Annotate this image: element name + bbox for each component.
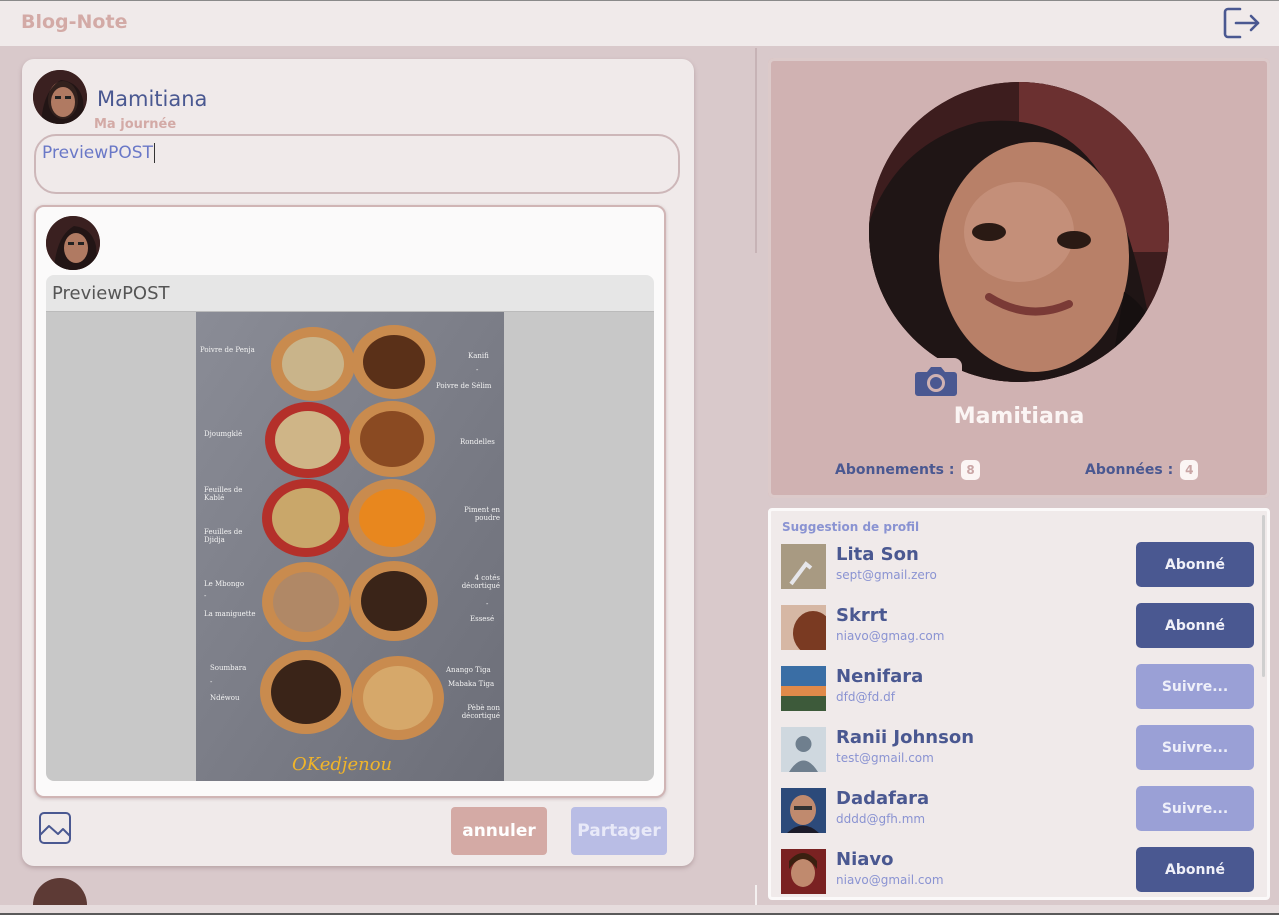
suggestion-email: niavo@gmag.com (836, 629, 945, 643)
spice-label-14: Essesé (470, 615, 495, 623)
suggestion-email: niavo@gmail.com (836, 873, 944, 887)
column-divider-bottom (755, 885, 757, 905)
author-name: Mamitiana (97, 87, 208, 111)
spice-label-5-dash: - (204, 592, 207, 600)
post-text-input[interactable]: PreviewPOST (34, 134, 680, 194)
suggestion-name[interactable]: Niavo (836, 849, 893, 870)
follow-button[interactable]: Suivre... (1136, 664, 1254, 709)
post-composer: Mamitiana Ma journée PreviewPOST Preview… (22, 59, 694, 866)
following-label: Abonnements : (835, 462, 955, 478)
suggestion-row: Niavo niavo@gmail.com Abonné (781, 847, 1257, 897)
suggestion-avatar[interactable] (781, 727, 826, 772)
suggestion-avatar[interactable] (781, 666, 826, 711)
suggestions-scrollbar[interactable] (1262, 515, 1265, 677)
followers-count: 4 (1180, 460, 1199, 480)
suggestion-avatar[interactable] (781, 849, 826, 894)
suggestion-name[interactable]: Lita Son (836, 544, 919, 565)
followed-button[interactable]: Abonné (1136, 847, 1254, 892)
spice-label-5: Le Mbongo (204, 580, 245, 588)
spice-label-13-dash: - (486, 600, 489, 608)
top-bar: Blog-Note (0, 0, 1279, 46)
suggestion-email: dddd@gfh.mm (836, 812, 926, 826)
column-divider (755, 48, 757, 253)
followed-button[interactable]: Abonné (1136, 542, 1254, 587)
spice-label-1: Poivre de Penja (200, 346, 255, 354)
followed-button[interactable]: Abonné (1136, 603, 1254, 648)
profile-avatar[interactable] (869, 82, 1169, 382)
next-post-avatar (33, 878, 87, 905)
author-avatar[interactable] (33, 70, 87, 124)
author-subtitle: Ma journée (94, 117, 177, 132)
brand-logo[interactable]: Blog-Note (21, 11, 127, 33)
suggestion-name[interactable]: Skrrt (836, 605, 887, 626)
suggestion-row: Lita Son sept@gmail.zero Abonné (781, 542, 1257, 594)
suggestion-row: Dadafara dddd@gfh.mm Suivre... (781, 786, 1257, 838)
post-text-value: PreviewPOST (42, 143, 153, 163)
cancel-button[interactable]: annuler (451, 807, 547, 855)
preview-title: PreviewPOST (46, 275, 654, 312)
bottom-scrollbar[interactable] (0, 905, 1279, 915)
spice-label-2: Djoumgklé (204, 430, 243, 438)
suggestion-name[interactable]: Nenifara (836, 666, 923, 687)
spice-label-16: Mabaka Tiga (448, 680, 495, 688)
profile-card: Mamitiana Abonnements : 8 Abonnées : 4 (768, 58, 1270, 498)
spice-label-13: 4 cotés décortiqué (461, 574, 500, 590)
suggestion-name[interactable]: Ranii Johnson (836, 727, 974, 748)
logout-icon[interactable] (1222, 5, 1262, 41)
follow-button[interactable]: Suivre... (1136, 725, 1254, 770)
followers-label: Abonnées : (1085, 462, 1174, 478)
add-image-icon[interactable] (38, 811, 72, 845)
spice-photo: Poivre de Penja Djoumgklé Feuilles de Ka… (196, 312, 504, 781)
preview-avatar (46, 216, 100, 270)
spice-label-7-dash: - (210, 678, 213, 686)
spice-label-9: Kanifi (468, 352, 489, 360)
suggestion-email: test@gmail.com (836, 751, 934, 765)
share-button[interactable]: Partager (571, 807, 667, 855)
follow-button[interactable]: Suivre... (1136, 786, 1254, 831)
suggestion-avatar[interactable] (781, 605, 826, 650)
spice-label-4: Feuilles de Djidja (204, 528, 243, 544)
spice-label-9-dash: - (476, 366, 479, 374)
spice-label-7: Soumbara (210, 664, 247, 672)
text-caret (153, 143, 155, 163)
following-stat[interactable]: Abonnements : 8 (835, 460, 980, 480)
profile-name: Mamitiana (953, 404, 1085, 429)
suggestion-email: sept@gmail.zero (836, 568, 937, 582)
suggestion-row: Skrrt niavo@gmag.com Abonné (781, 603, 1257, 655)
spice-label-17: Pèbè non décortiqué (461, 704, 500, 720)
following-count: 8 (961, 460, 980, 480)
spice-label-15: Anango Tiga (446, 666, 491, 674)
spice-label-6: La maniguette (204, 610, 256, 618)
spice-label-11: Rondelles (460, 438, 495, 446)
suggestions-title: Suggestion de profil (782, 520, 920, 534)
post-preview: PreviewPOST Poivre de Penja Djoumgklé Fe… (34, 205, 666, 798)
spice-watermark: OKedjenou (292, 754, 393, 775)
spice-label-3: Feuilles de Kablé (204, 486, 243, 502)
suggestion-avatar[interactable] (781, 788, 826, 833)
spice-label-10: Poivre de Sélim (436, 382, 492, 390)
suggestion-email: dfd@fd.df (836, 690, 895, 704)
suggestion-avatar[interactable] (781, 544, 826, 589)
suggestion-name[interactable]: Dadafara (836, 788, 929, 809)
followers-stat[interactable]: Abonnées : 4 (1085, 460, 1199, 480)
profile-suggestions: Suggestion de profil Lita Son sept@gmail… (768, 508, 1270, 900)
spice-label-12: Piment en poudre (464, 506, 500, 522)
change-photo-camera-icon[interactable] (910, 358, 962, 402)
spice-label-8: Ndéwou (210, 694, 240, 702)
suggestion-row: Ranii Johnson test@gmail.com Suivre... (781, 725, 1257, 777)
suggestion-row: Nenifara dfd@fd.df Suivre... (781, 664, 1257, 716)
preview-image-area: Poivre de Penja Djoumgklé Feuilles de Ka… (46, 312, 654, 781)
